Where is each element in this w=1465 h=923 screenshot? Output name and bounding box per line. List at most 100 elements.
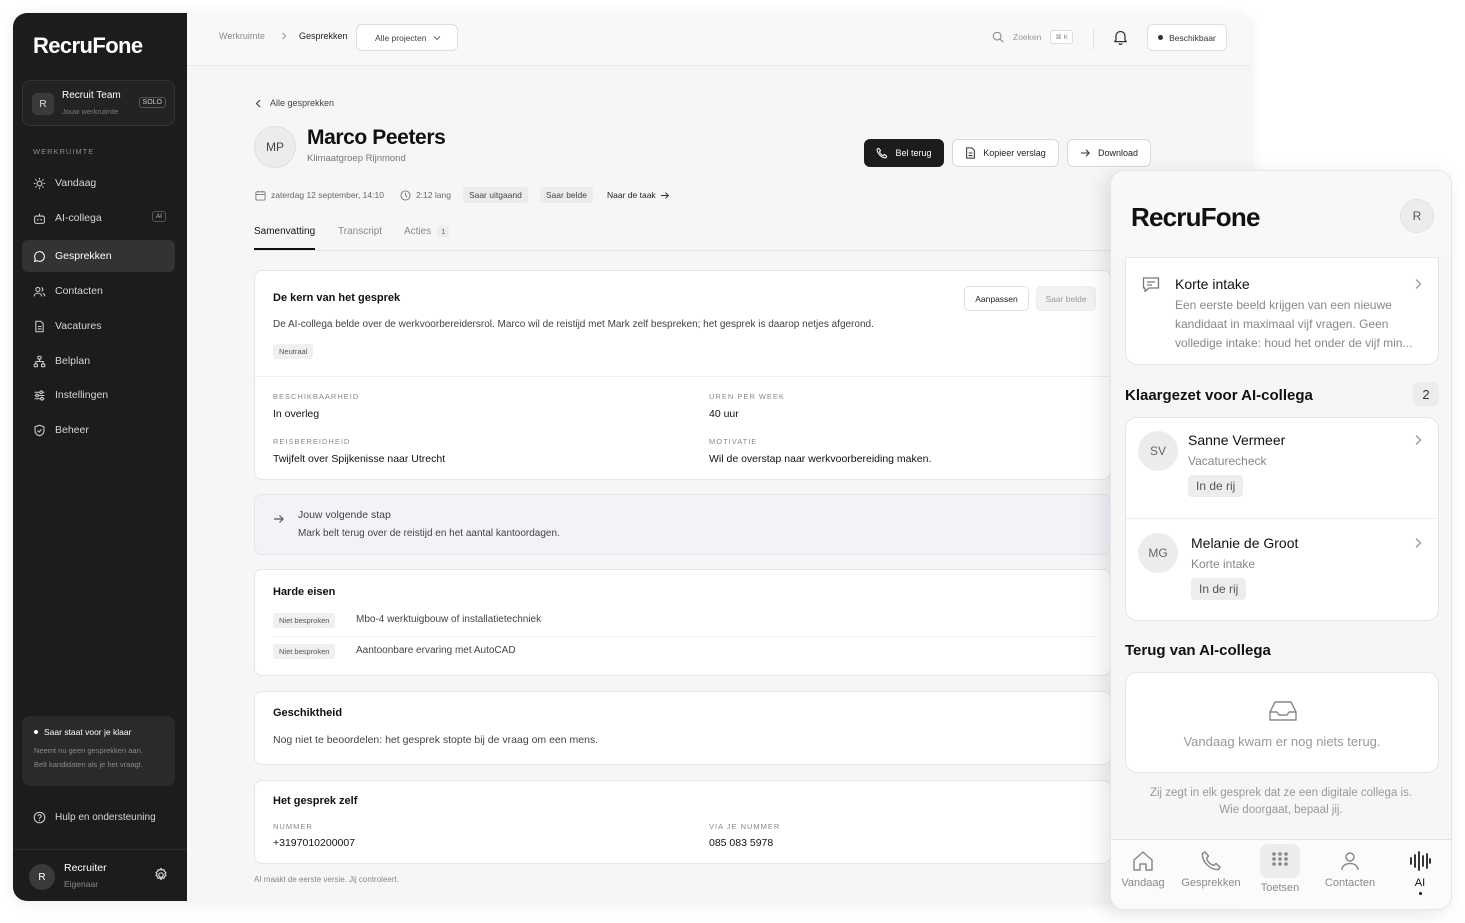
field-value: In overleg bbox=[273, 408, 320, 420]
search-icon bbox=[992, 31, 1004, 43]
message-icon bbox=[1142, 277, 1160, 293]
conversation-date: zaterdag 12 september, 14:10 bbox=[271, 190, 384, 200]
nav-toetsen[interactable]: Toetsen bbox=[1252, 844, 1308, 894]
sentiment-badge: Neutraal bbox=[273, 344, 314, 359]
user-role: Eigenaar bbox=[64, 879, 99, 889]
keyboard-shortcut: ⌘ K bbox=[1050, 30, 1074, 44]
help-link[interactable]: Hulp en ondersteuning bbox=[33, 811, 156, 824]
task-link-label: Naar de taak bbox=[607, 190, 656, 200]
nav-ai[interactable]: AI bbox=[1392, 850, 1448, 895]
queued-title: Klaargezet voor AI-collega bbox=[1125, 387, 1313, 404]
document-icon bbox=[35, 320, 44, 332]
chevron-right-icon bbox=[1415, 435, 1422, 445]
copy-report-button[interactable]: Kopieer verslag bbox=[952, 139, 1059, 167]
sidebar-item-label: Instellingen bbox=[55, 389, 109, 401]
contact-company: Klimaatgroep Rijnmond bbox=[307, 153, 406, 164]
team-name: Recruit Team bbox=[62, 90, 121, 101]
sidebar-item-vacatures[interactable]: Vacatures bbox=[22, 310, 175, 342]
summary-text: De AI-collega belde over de werkvoorbere… bbox=[273, 319, 874, 330]
notice-line: Neemt nu geen gesprekken aan. bbox=[34, 746, 143, 755]
sidebar-item-label: Gesprekken bbox=[55, 250, 112, 262]
intake-text: Een eerste beeld krijgen van een nieuwe … bbox=[1175, 298, 1413, 350]
nav-contacten[interactable]: Contacten bbox=[1319, 850, 1381, 889]
queued-count: 2 bbox=[1413, 382, 1439, 406]
conversation-duration: 2:12 lang bbox=[415, 190, 451, 200]
call-back-label: Bel terug bbox=[895, 148, 932, 158]
bell-icon[interactable] bbox=[1113, 29, 1128, 45]
breadcrumb-gesprekken[interactable]: Gesprekken bbox=[299, 31, 348, 41]
intake-card[interactable]: Korte intake Een eerste beeld krijgen va… bbox=[1125, 257, 1439, 365]
back-link[interactable]: Alle gesprekken bbox=[255, 98, 334, 108]
sidebar-item-label: Beheer bbox=[55, 424, 89, 436]
bottom-navigation: Vandaag Gesprekken Toetsen Contacten AI bbox=[1111, 839, 1451, 909]
tab-samenvatting[interactable]: Samenvatting bbox=[254, 226, 316, 250]
sidebar-item-gesprekken[interactable]: Gesprekken bbox=[22, 240, 175, 272]
tab-label: Samenvatting bbox=[254, 226, 316, 237]
search-trigger[interactable]: Zoeken ⌘ K bbox=[992, 30, 1074, 44]
sidebar-item-beheer[interactable]: Beheer bbox=[22, 414, 175, 446]
list-item[interactable]: MG Melanie de Groot Korte intake In de r… bbox=[1126, 519, 1438, 620]
avatar[interactable]: R bbox=[1400, 199, 1434, 233]
suitability-text: Nog niet te beoordelen: het gesprek stop… bbox=[273, 734, 599, 746]
field-value: 40 uur bbox=[709, 408, 739, 420]
nav-label: Gesprekken bbox=[1181, 877, 1241, 889]
saar-called-button[interactable]: Saar belde bbox=[1036, 286, 1096, 311]
call-back-button[interactable]: Bel terug bbox=[864, 139, 944, 167]
list-item[interactable]: SV Sanne Vermeer Vacaturecheck In de rij bbox=[1126, 418, 1438, 518]
status-badge: In de rij bbox=[1191, 578, 1247, 600]
notice-title: Saar staat voor je klaar bbox=[44, 727, 132, 737]
nav-gesprekken[interactable]: Gesprekken bbox=[1181, 850, 1241, 889]
queued-list: SV Sanne Vermeer Vacaturecheck In de rij… bbox=[1125, 417, 1439, 621]
chat-icon bbox=[33, 250, 45, 262]
breadcrumb-werkruimte[interactable]: Werkruimte bbox=[219, 31, 265, 41]
status-badge: Niet besproken bbox=[273, 613, 336, 628]
gear-icon[interactable] bbox=[153, 867, 169, 883]
sidebar-item-label: AI-collega bbox=[55, 212, 102, 224]
chevron-right-icon bbox=[1415, 279, 1422, 289]
nav-vandaag[interactable]: Vandaag bbox=[1115, 850, 1171, 889]
sidebar-item-belplan[interactable]: Belplan bbox=[22, 345, 175, 377]
edit-label: Aanpassen bbox=[975, 293, 1018, 304]
inbox-icon bbox=[1269, 701, 1297, 721]
disclaimer-line: Wie doorgaat, bepaal jij. bbox=[1219, 804, 1343, 816]
field-value: Twijfelt over Spijkenisse naar Utrecht bbox=[273, 453, 446, 465]
divider bbox=[1093, 29, 1094, 50]
team-subtitle: Jouw werkruimte bbox=[62, 107, 119, 116]
availability-status[interactable]: Beschikbaar bbox=[1147, 24, 1227, 51]
call-info-title: Het gesprek zelf bbox=[273, 795, 358, 807]
sidebar-item-label: Vandaag bbox=[55, 177, 97, 189]
tab-count: 1 bbox=[437, 226, 450, 237]
field-label: NUMMER bbox=[273, 822, 313, 831]
assistant-status-card: Saar staat voor je klaar Neemt nu geen g… bbox=[22, 716, 175, 786]
sidebar-item-instellingen[interactable]: Instellingen bbox=[22, 379, 175, 411]
download-button[interactable]: Download bbox=[1067, 139, 1151, 167]
status-label: Beschikbaar bbox=[1169, 32, 1216, 43]
requirements-title: Harde eisen bbox=[273, 586, 336, 598]
sidebar-item-contacten[interactable]: Contacten bbox=[22, 275, 175, 307]
caller-badge: Saar belde bbox=[539, 187, 593, 203]
section-label: WERKRUIMTE bbox=[33, 147, 95, 156]
tab-acties[interactable]: Acties 1 bbox=[404, 226, 450, 237]
sidebar-item-vandaag[interactable]: Vandaag bbox=[22, 167, 175, 199]
saar-called-label: Saar belde bbox=[1045, 293, 1087, 304]
user-profile[interactable]: R Recruiter Eigenaar bbox=[13, 849, 187, 901]
sidebar-item-ai-collega[interactable]: AI-collega AI bbox=[22, 202, 175, 234]
project-select[interactable]: Alle projecten bbox=[356, 24, 458, 51]
sliders-icon bbox=[34, 389, 45, 401]
next-step-title: Jouw volgende stap bbox=[298, 509, 391, 521]
contact-name: Sanne Vermeer bbox=[1188, 432, 1286, 448]
sidebar-item-label: Belplan bbox=[55, 355, 91, 367]
task-link[interactable]: Naar de taak bbox=[607, 190, 670, 200]
copy-report-label: Kopieer verslag bbox=[983, 148, 1046, 158]
requirement-text: Mbo-4 werktuigbouw of installatietechnie… bbox=[356, 614, 542, 625]
waveform-icon bbox=[1410, 851, 1431, 871]
empty-text: Vandaag kwam er nog niets terug. bbox=[1183, 734, 1381, 749]
edit-button[interactable]: Aanpassen bbox=[964, 286, 1029, 311]
team-switcher[interactable]: R Recruit Team Jouw werkruimte SOLO bbox=[22, 80, 175, 126]
phone-icon bbox=[877, 147, 888, 159]
tab-transcript[interactable]: Transcript bbox=[338, 226, 382, 237]
tab-bar: Samenvatting Transcript Acties 1 bbox=[254, 223, 1111, 251]
sidebar-item-label: Contacten bbox=[55, 285, 103, 297]
ai-badge: AI bbox=[151, 211, 166, 222]
field-label: MOTIVATIE bbox=[709, 437, 758, 446]
